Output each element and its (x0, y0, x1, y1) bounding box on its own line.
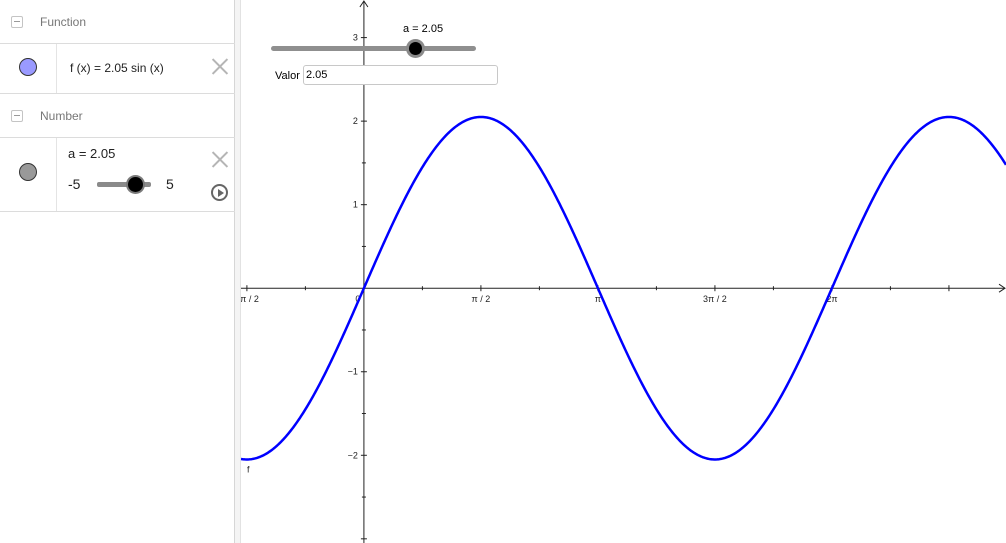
number-group-label: Number (40, 109, 83, 123)
number-group-header[interactable]: Number (0, 94, 235, 138)
graphics-view[interactable]: −π / 20π / 2π3π / 22π321−1−2f a = 2.05 V… (241, 0, 1006, 543)
y-tick-label: 3 (353, 33, 358, 43)
function-formula[interactable]: f (x) = 2.05 sin (x) (70, 61, 164, 75)
input-box-label: Valor (275, 70, 300, 82)
x-tick-label: 3π / 2 (703, 294, 727, 304)
y-tick-label: −2 (348, 450, 358, 460)
y-tick-label: −1 (348, 367, 358, 377)
visibility-toggle-icon[interactable] (19, 58, 37, 76)
collapse-icon[interactable] (11, 110, 23, 122)
graph-slider-track[interactable] (271, 46, 476, 51)
value-input-field[interactable] (303, 65, 498, 85)
number-item-row[interactable]: a = 2.05 -5 5 (0, 138, 235, 212)
x-tick-label: π / 2 (472, 294, 491, 304)
slider-value-label: a = 2.05 (403, 23, 444, 35)
function-group-header[interactable]: Function (0, 0, 235, 44)
curve-label: f (247, 464, 250, 474)
number-slider-track[interactable] (97, 182, 151, 187)
number-marble-cell (0, 138, 57, 211)
slider-min-label: -5 (68, 176, 81, 192)
collapse-icon[interactable] (11, 16, 23, 28)
function-marble-cell (0, 44, 57, 93)
y-tick-label: 2 (353, 116, 358, 126)
visibility-toggle-icon[interactable] (19, 163, 37, 181)
delete-function-icon[interactable] (211, 57, 229, 75)
function-item-row[interactable]: f (x) = 2.05 sin (x) (0, 44, 235, 94)
play-animation-icon[interactable] (211, 184, 228, 201)
algebra-view: Function f (x) = 2.05 sin (x) Number a =… (0, 0, 235, 543)
delete-number-icon[interactable] (211, 150, 229, 168)
number-slider-handle[interactable] (127, 177, 143, 192)
number-definition[interactable]: a = 2.05 (68, 146, 115, 161)
y-tick-label: 1 (353, 200, 358, 210)
x-tick-label: −π / 2 (241, 294, 259, 304)
slider-max-label: 5 (166, 176, 174, 192)
function-group-label: Function (40, 15, 87, 29)
graph-slider-handle[interactable] (409, 42, 423, 55)
